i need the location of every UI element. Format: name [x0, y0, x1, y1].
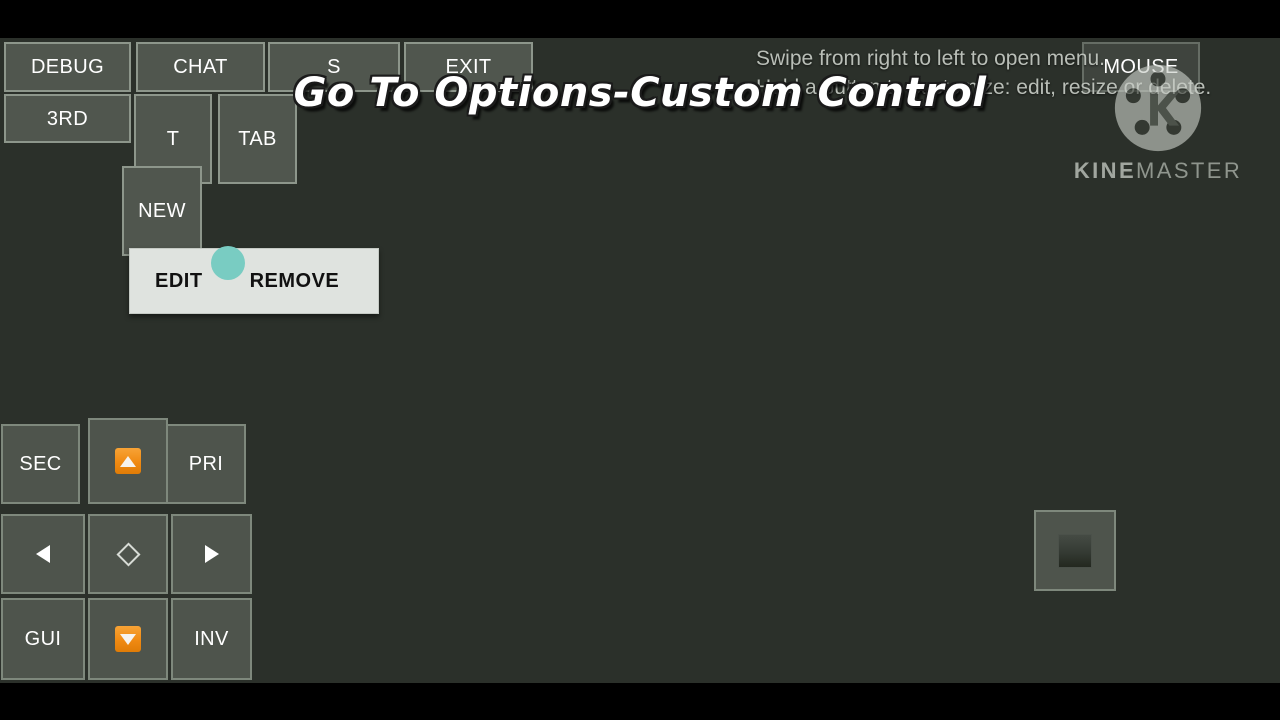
control-button-center[interactable]: [88, 514, 168, 594]
arrow-left-icon: [36, 545, 50, 563]
app-screen: Swipe from right to left to open menu. H…: [0, 0, 1280, 720]
control-button-pri[interactable]: PRI: [166, 424, 246, 504]
hint-line-2: Hold a button to customize: edit, resize…: [756, 76, 1212, 99]
control-button-3rd-label: 3RD: [46, 107, 89, 130]
control-button-debug[interactable]: DEBUG: [4, 42, 131, 92]
control-button-s-label: S: [327, 56, 341, 78]
control-button-sec[interactable]: SEC: [1, 424, 80, 504]
arrow-down-icon: [115, 626, 141, 652]
control-button-new[interactable]: NEW: [122, 166, 202, 256]
context-menu-edit-button[interactable]: EDIT: [155, 270, 203, 293]
hint-line-1: Swipe from right to left to open menu.: [756, 47, 1106, 70]
arrow-up-icon: [115, 448, 141, 474]
customize-hint: Swipe from right to left to open menu. H…: [756, 44, 1276, 102]
control-button-3rd[interactable]: 3RD: [4, 94, 131, 143]
control-button-t-label: T: [166, 128, 180, 150]
control-button-chat[interactable]: CHAT: [136, 42, 265, 92]
control-button-debug-label: DEBUG: [30, 56, 105, 78]
control-button-inv[interactable]: INV: [171, 598, 252, 680]
touch-indicator: [211, 246, 245, 280]
control-button-left[interactable]: [1, 514, 85, 594]
control-button-jump[interactable]: [1034, 510, 1116, 591]
control-button-inv-label: INV: [194, 628, 229, 650]
arrow-right-icon: [204, 545, 219, 563]
control-button-gui-label: GUI: [24, 628, 62, 650]
control-button-up[interactable]: [88, 418, 168, 504]
control-button-exit[interactable]: EXIT: [404, 42, 533, 92]
control-button-s[interactable]: S: [268, 42, 400, 92]
letterbox-bottom: [0, 683, 1280, 720]
control-button-pri-label: PRI: [188, 453, 224, 475]
control-context-menu[interactable]: EDIT REMOVE: [129, 248, 379, 314]
square-icon: [1058, 533, 1092, 568]
control-button-down[interactable]: [88, 598, 168, 680]
control-button-chat-label: CHAT: [173, 56, 228, 78]
control-button-exit-label: EXIT: [445, 56, 492, 78]
kinemaster-wordmark: KINEMASTER: [1058, 158, 1258, 184]
control-button-new-label: NEW: [138, 200, 186, 222]
context-menu-remove-button[interactable]: REMOVE: [250, 270, 340, 293]
control-button-tab-label: TAB: [238, 128, 277, 150]
kinemaster-wordmark-light: MASTER: [1136, 158, 1243, 183]
diamond-icon: [115, 541, 141, 567]
control-button-tab[interactable]: TAB: [218, 94, 297, 184]
control-button-sec-label: SEC: [19, 453, 62, 475]
kinemaster-wordmark-bold: KINE: [1073, 158, 1137, 183]
letterbox-top: [0, 0, 1280, 38]
game-viewport: Swipe from right to left to open menu. H…: [0, 38, 1280, 683]
control-button-right[interactable]: [171, 514, 252, 594]
control-button-gui[interactable]: GUI: [1, 598, 85, 680]
